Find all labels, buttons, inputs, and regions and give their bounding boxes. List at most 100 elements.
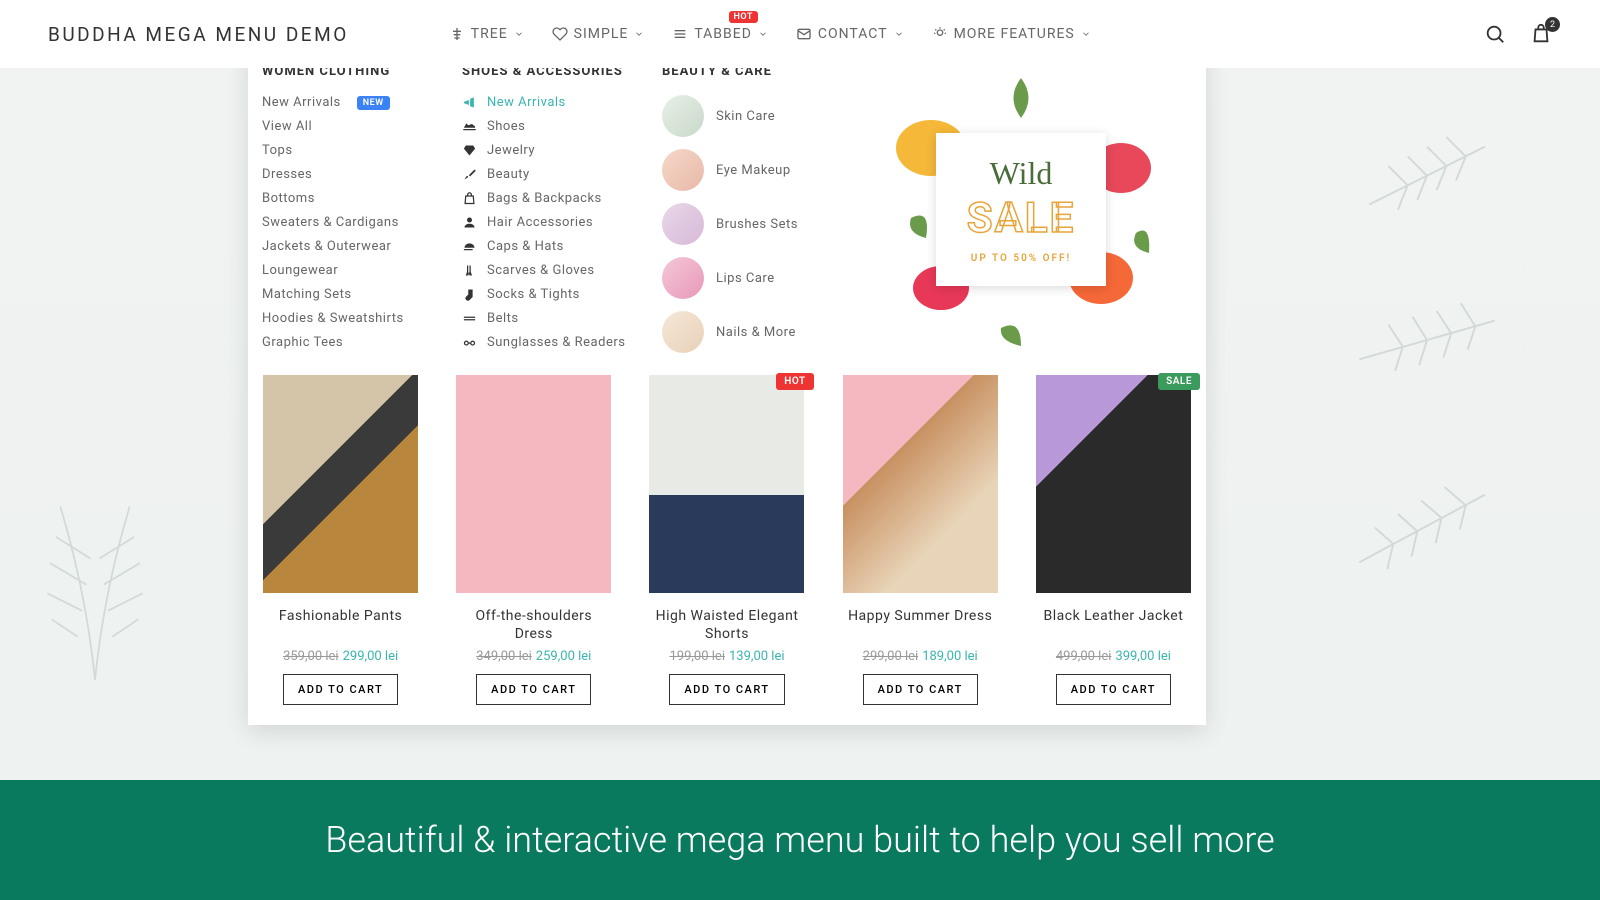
lightbulb-icon — [932, 26, 948, 42]
add-to-cart-button[interactable]: ADD TO CART — [1056, 674, 1171, 705]
menu-item-label: Scarves & Gloves — [487, 263, 595, 278]
nav-contact[interactable]: CONTACT — [796, 26, 904, 42]
menu-item[interactable]: Sunglasses & Readers — [462, 335, 652, 350]
chevron-down-icon — [634, 29, 644, 39]
chevron-down-icon — [758, 29, 768, 39]
menu-item-label: Bags & Backpacks — [487, 191, 602, 206]
product-price: 299,00 lei189,00 lei — [863, 649, 978, 664]
header-icons: 2 — [1484, 23, 1552, 45]
menu-item[interactable]: Graphic Tees — [262, 335, 452, 350]
menu-item-label: New Arrivals — [487, 95, 566, 110]
logo[interactable]: BUDDHA MEGA MENU DEMO — [48, 23, 349, 46]
search-icon[interactable] — [1484, 23, 1506, 45]
promo-sub-text: UP TO 50% OFF! — [948, 253, 1094, 264]
nav-tree[interactable]: TREE — [449, 26, 524, 42]
promo-sale-text: SALE — [948, 194, 1094, 243]
menu-item[interactable]: Shoes — [462, 119, 652, 134]
menu-item-label: Caps & Hats — [487, 239, 564, 254]
menu-item[interactable]: Belts — [462, 311, 652, 326]
product-card[interactable]: Off-the-shoulders Dress 349,00 lei259,00… — [455, 375, 612, 705]
socks-icon — [462, 287, 477, 302]
nav-label: TABBED — [694, 26, 752, 42]
banner-text: Beautiful & interactive mega menu built … — [325, 819, 1275, 861]
menu-item-new-arrivals[interactable]: New Arrivals — [462, 95, 652, 110]
add-to-cart-button[interactable]: ADD TO CART — [283, 674, 398, 705]
menu-item[interactable]: Caps & Hats — [462, 239, 652, 254]
nav-label: TREE — [471, 26, 508, 42]
menu-item[interactable]: Jewelry — [462, 143, 652, 158]
tree-icon — [449, 26, 465, 42]
add-to-cart-button[interactable]: ADD TO CART — [669, 674, 784, 705]
menu-item-skin-care[interactable]: Skin Care — [662, 95, 840, 137]
diamond-icon — [462, 143, 477, 158]
column-beauty-care: BEAUTY & CARE Skin Care Eye Makeup Brush… — [662, 64, 840, 353]
menu-item-lips-care[interactable]: Lips Care — [662, 257, 840, 299]
product-image — [456, 375, 611, 593]
footer-banner: Beautiful & interactive mega menu built … — [0, 780, 1600, 900]
promo-banner[interactable]: Wild SALE UP TO 50% OFF! — [850, 64, 1192, 353]
column-shoes-accessories: SHOES & ACCESSORIES New Arrivals Shoes J… — [462, 64, 652, 353]
cart-button[interactable]: 2 — [1530, 23, 1552, 45]
mail-icon — [796, 26, 812, 42]
menu-item[interactable]: Hair Accessories — [462, 215, 652, 230]
menu-item-brushes[interactable]: Brushes Sets — [662, 203, 840, 245]
menu-item-label: New Arrivals — [262, 95, 341, 110]
menu-item-label: Eye Makeup — [716, 163, 791, 178]
menu-item[interactable]: Sweaters & Cardigans — [262, 215, 452, 230]
product-image — [263, 375, 418, 593]
menu-item-label: Sunglasses & Readers — [487, 335, 625, 350]
thumbnail — [662, 95, 704, 137]
cart-count-badge: 2 — [1545, 17, 1560, 32]
product-image — [1036, 375, 1191, 593]
nav-more-features[interactable]: MORE FEATURES — [932, 26, 1091, 42]
menu-item-nails[interactable]: Nails & More — [662, 311, 840, 353]
main-nav: TREE SIMPLE HOT TABBED CONTACT MORE FEAT… — [449, 26, 1091, 42]
nav-label: CONTACT — [818, 26, 888, 42]
menu-item-label: Socks & Tights — [487, 287, 580, 302]
menu-item[interactable]: Scarves & Gloves — [462, 263, 652, 278]
nav-simple[interactable]: SIMPLE — [552, 26, 645, 42]
add-to-cart-button[interactable]: ADD TO CART — [476, 674, 591, 705]
menu-item[interactable]: Beauty — [462, 167, 652, 182]
product-card[interactable]: HOT High Waisted Elegant Shorts 199,00 l… — [648, 375, 805, 705]
menu-item[interactable]: Socks & Tights — [462, 287, 652, 302]
menu-item-eye-makeup[interactable]: Eye Makeup — [662, 149, 840, 191]
menu-item[interactable]: Dresses — [262, 167, 452, 182]
fern-decoration-icon — [0, 420, 210, 680]
menu-item[interactable]: View All — [262, 119, 452, 134]
menu-item-label: Jewelry — [487, 143, 535, 158]
menu-item[interactable]: Hoodies & Sweatshirts — [262, 311, 452, 326]
nav-label: MORE FEATURES — [954, 26, 1075, 42]
menu-item-label: Beauty — [487, 167, 530, 182]
nav-label: SIMPLE — [574, 26, 629, 42]
product-name: Fashionable Pants — [279, 607, 402, 643]
menu-item-label: Hair Accessories — [487, 215, 593, 230]
promo-card: Wild SALE UP TO 50% OFF! — [936, 133, 1106, 286]
product-card[interactable]: Happy Summer Dress 299,00 lei189,00 lei … — [842, 375, 999, 705]
menu-item[interactable]: Bottoms — [262, 191, 452, 206]
product-price: 359,00 lei299,00 lei — [283, 649, 398, 664]
product-name: Black Leather Jacket — [1044, 607, 1184, 643]
menu-item[interactable]: Loungewear — [262, 263, 452, 278]
menu-item-label: Belts — [487, 311, 519, 326]
add-to-cart-button[interactable]: ADD TO CART — [863, 674, 978, 705]
menu-item[interactable]: Bags & Backpacks — [462, 191, 652, 206]
menu-item-label: Lips Care — [716, 271, 775, 286]
product-card[interactable]: SALE Black Leather Jacket 499,00 lei399,… — [1035, 375, 1192, 705]
bag-icon — [462, 191, 477, 206]
menu-item[interactable]: Jackets & Outerwear — [262, 239, 452, 254]
new-badge: NEW — [357, 96, 390, 110]
product-price: 199,00 lei139,00 lei — [669, 649, 784, 664]
belt-icon — [462, 311, 477, 326]
product-name: Off-the-shoulders Dress — [455, 607, 612, 643]
product-image — [649, 375, 804, 593]
product-card[interactable]: Fashionable Pants 359,00 lei299,00 lei A… — [262, 375, 419, 705]
scarf-icon — [462, 263, 477, 278]
cap-icon — [462, 239, 477, 254]
menu-item-new-arrivals[interactable]: New Arrivals NEW — [262, 95, 452, 110]
menu-item[interactable]: Tops — [262, 143, 452, 158]
nav-tabbed[interactable]: HOT TABBED — [672, 26, 768, 42]
menu-item[interactable]: Matching Sets — [262, 287, 452, 302]
chevron-down-icon — [894, 29, 904, 39]
hot-badge: HOT — [729, 11, 758, 23]
